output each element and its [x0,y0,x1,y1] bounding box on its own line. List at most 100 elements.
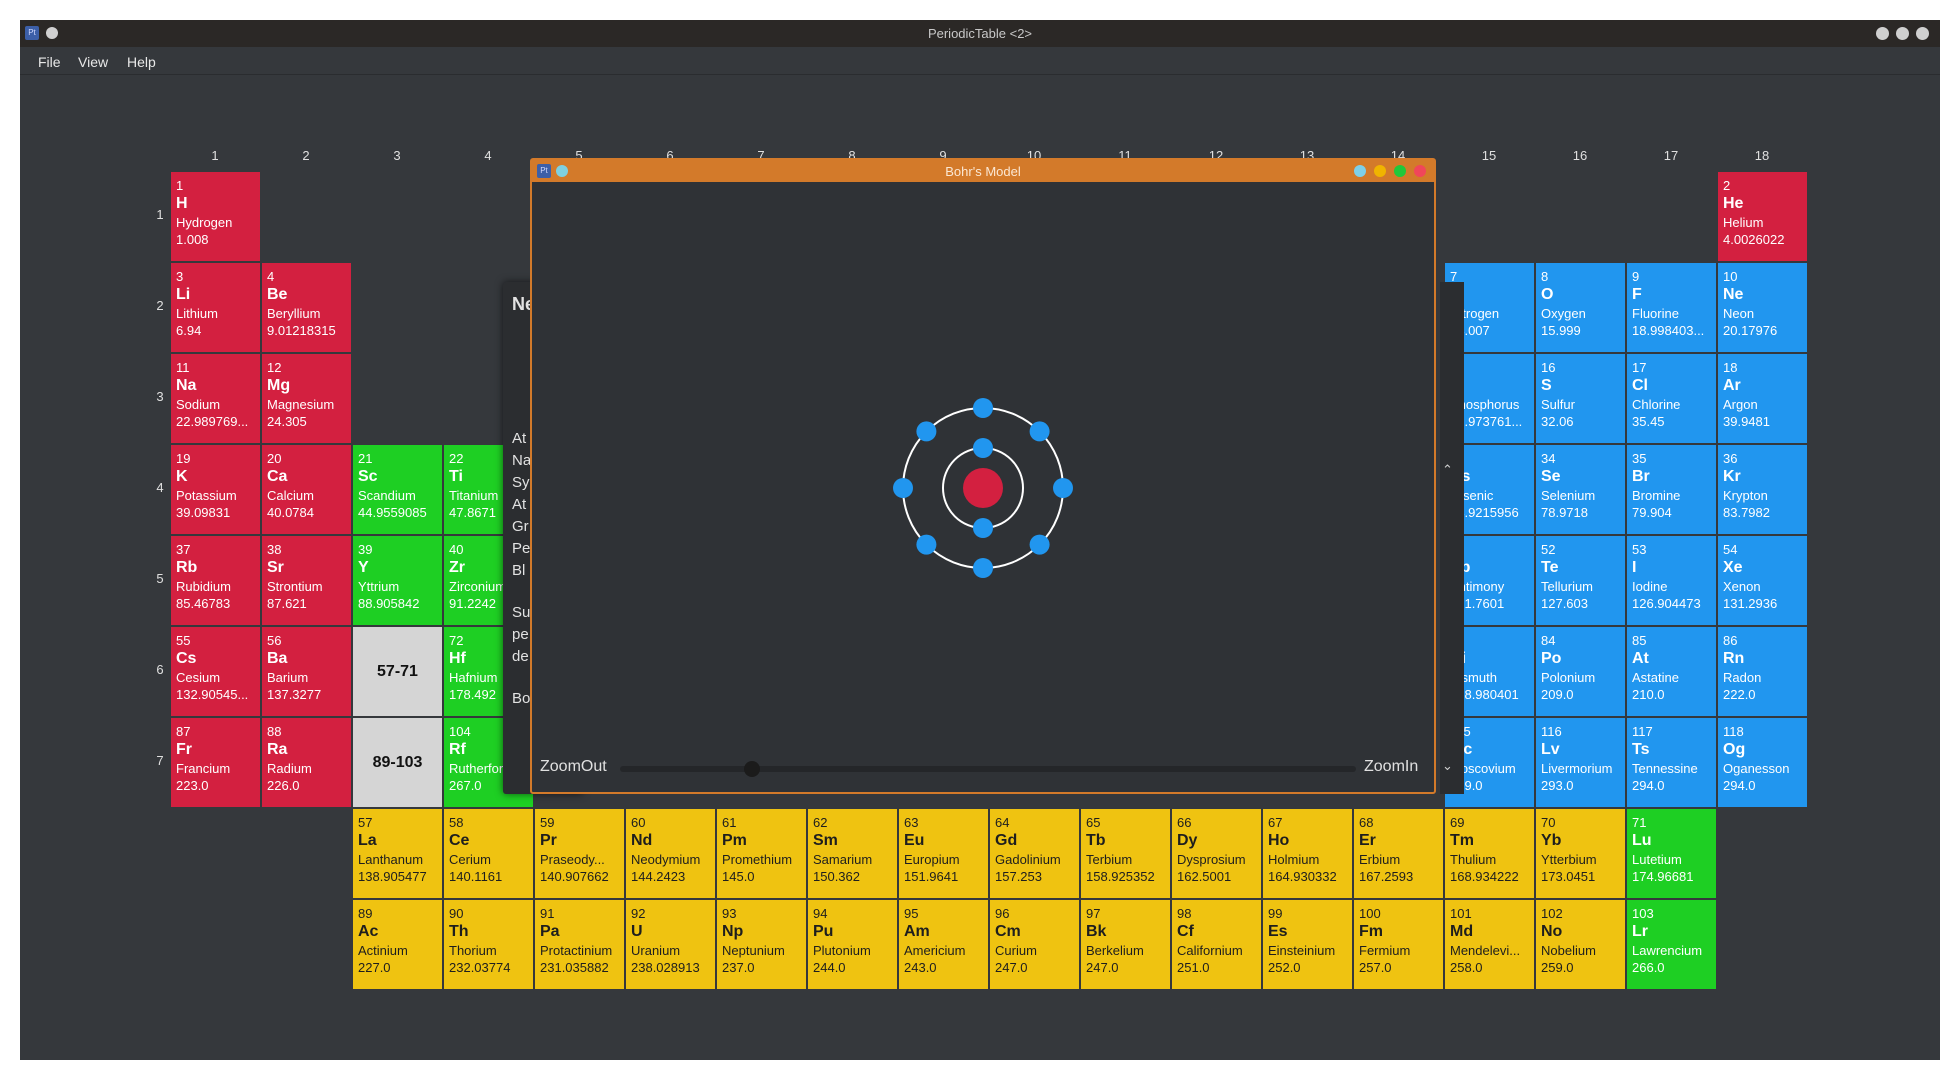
info-line: Pe [512,540,531,557]
atomic-weight: 150.362 [813,869,860,884]
element-cell-fm[interactable]: 100 Fm Fermium 257.0 [1354,900,1443,989]
element-cell-ac[interactable]: 89 Ac Actinium 227.0 [353,900,442,989]
element-cell-i[interactable]: 53 I Iodine 126.904473 [1627,536,1716,625]
element-cell-lv[interactable]: 116 Lv Livermorium 293.0 [1536,718,1625,807]
electron [1029,534,1050,555]
element-cell-lr[interactable]: 103 Lr Lawrencium 266.0 [1627,900,1716,989]
atomic-weight: 83.7982 [1723,505,1770,520]
element-cell-ar[interactable]: 18 Ar Argon 39.9481 [1718,354,1807,443]
element-cell-bk[interactable]: 97 Bk Berkelium 247.0 [1081,900,1170,989]
bohr-minimize-button[interactable] [1374,165,1386,177]
element-cell-np[interactable]: 93 Np Neptunium 237.0 [717,900,806,989]
element-cell-po[interactable]: 84 Po Polonium 209.0 [1536,627,1625,716]
element-cell-lu[interactable]: 71 Lu Lutetium 174.96681 [1627,809,1716,898]
element-cell-h[interactable]: 1 H Hydrogen 1.008 [171,172,260,261]
element-cell-xe[interactable]: 54 Xe Xenon 131.2936 [1718,536,1807,625]
element-cell-he[interactable]: 2 He Helium 4.0026022 [1718,172,1807,261]
element-cell-yb[interactable]: 70 Yb Ytterbium 173.0451 [1536,809,1625,898]
actinide-series-button[interactable]: 89-103 [353,718,442,807]
element-cell-tm[interactable]: 69 Tm Thulium 168.934222 [1445,809,1534,898]
element-cell-se[interactable]: 34 Se Selenium 78.9718 [1536,445,1625,534]
minimize-button[interactable] [1876,27,1889,40]
element-cell-te[interactable]: 52 Te Tellurium 127.603 [1536,536,1625,625]
element-cell-ts[interactable]: 117 Ts Tennessine 294.0 [1627,718,1716,807]
scroll-down-icon[interactable]: ⌄ [1442,758,1453,774]
element-cell-ba[interactable]: 56 Ba Barium 137.3277 [262,627,351,716]
element-cell-sc[interactable]: 21 Sc Scandium 44.9559085 [353,445,442,534]
element-cell-cf[interactable]: 98 Cf Californium 251.0 [1172,900,1261,989]
element-cell-cm[interactable]: 96 Cm Curium 247.0 [990,900,1079,989]
element-symbol: Np [722,923,744,940]
element-cell-cl[interactable]: 17 Cl Chlorine 35.45 [1627,354,1716,443]
atomic-number: 63 [904,815,919,830]
menu-file[interactable]: File [38,54,61,70]
element-cell-ca[interactable]: 20 Ca Calcium 40.0784 [262,445,351,534]
menu-help[interactable]: Help [127,54,156,70]
element-cell-og[interactable]: 118 Og Oganesson 294.0 [1718,718,1807,807]
scroll-up-icon[interactable]: ⌃ [1442,462,1453,478]
element-cell-cs[interactable]: 55 Cs Cesium 132.90545... [171,627,260,716]
element-cell-li[interactable]: 3 Li Lithium 6.94 [171,263,260,352]
element-cell-eu[interactable]: 63 Eu Europium 151.9641 [899,809,988,898]
zoom-in-label[interactable]: ZoomIn [1364,758,1418,776]
info-scrollbar[interactable]: ⌃ ⌄ [1440,282,1464,794]
element-cell-gd[interactable]: 64 Gd Gadolinium 157.253 [990,809,1079,898]
zoom-slider[interactable] [620,766,1356,772]
element-cell-sm[interactable]: 62 Sm Samarium 150.362 [808,809,897,898]
element-cell-pr[interactable]: 59 Pr Praseody... 140.907662 [535,809,624,898]
element-symbol: Og [1723,741,1746,758]
element-cell-pm[interactable]: 61 Pm Promethium 145.0 [717,809,806,898]
element-cell-u[interactable]: 92 U Uranium 238.028913 [626,900,715,989]
bohr-close-button[interactable] [1414,165,1426,177]
close-button[interactable] [1916,27,1929,40]
element-name: Radium [267,761,312,776]
element-cell-sr[interactable]: 38 Sr Strontium 87.621 [262,536,351,625]
atomic-weight: 79.904 [1632,505,1672,520]
element-cell-ne[interactable]: 10 Ne Neon 20.17976 [1718,263,1807,352]
zoom-slider-handle[interactable] [744,761,761,777]
menu-view[interactable]: View [78,54,108,70]
atomic-number: 39 [358,542,373,557]
element-cell-tb[interactable]: 65 Tb Terbium 158.925352 [1081,809,1170,898]
element-cell-pu[interactable]: 94 Pu Plutonium 244.0 [808,900,897,989]
element-cell-ce[interactable]: 58 Ce Cerium 140.1161 [444,809,533,898]
element-cell-ra[interactable]: 88 Ra Radium 226.0 [262,718,351,807]
element-cell-fr[interactable]: 87 Fr Francium 223.0 [171,718,260,807]
element-cell-kr[interactable]: 36 Kr Krypton 83.7982 [1718,445,1807,534]
element-cell-ho[interactable]: 67 Ho Holmium 164.930332 [1263,809,1352,898]
element-cell-er[interactable]: 68 Er Erbium 167.2593 [1354,809,1443,898]
lanthanide-series-button[interactable]: 57-71 [353,627,442,716]
element-cell-es[interactable]: 99 Es Einsteinium 252.0 [1263,900,1352,989]
element-cell-br[interactable]: 35 Br Bromine 79.904 [1627,445,1716,534]
element-cell-th[interactable]: 90 Th Thorium 232.03774 [444,900,533,989]
zoom-out-label[interactable]: ZoomOut [540,758,607,776]
bohr-help-button[interactable] [1354,165,1366,177]
element-cell-rn[interactable]: 86 Rn Radon 222.0 [1718,627,1807,716]
element-cell-dy[interactable]: 66 Dy Dysprosium 162.5001 [1172,809,1261,898]
element-cell-pa[interactable]: 91 Pa Protactinium 231.035882 [535,900,624,989]
element-name: Helium [1723,215,1764,230]
element-cell-rb[interactable]: 37 Rb Rubidium 85.46783 [171,536,260,625]
atomic-number: 116 [1541,724,1562,739]
element-cell-k[interactable]: 19 K Potassium 39.09831 [171,445,260,534]
element-cell-be[interactable]: 4 Be Beryllium 9.01218315 [262,263,351,352]
element-cell-mg[interactable]: 12 Mg Magnesium 24.305 [262,354,351,443]
element-cell-md[interactable]: 101 Md Mendelevi... 258.0 [1445,900,1534,989]
element-cell-am[interactable]: 95 Am Americium 243.0 [899,900,988,989]
element-cell-o[interactable]: 8 O Oxygen 15.999 [1536,263,1625,352]
atomic-weight: 78.9718 [1541,505,1588,520]
element-symbol: Y [358,559,369,576]
element-cell-la[interactable]: 57 La Lanthanum 138.905477 [353,809,442,898]
element-name: Neodymium [631,852,701,867]
atomic-number: 1 [176,178,184,193]
element-cell-at[interactable]: 85 At Astatine 210.0 [1627,627,1716,716]
element-cell-nd[interactable]: 60 Nd Neodymium 144.2423 [626,809,715,898]
element-cell-no[interactable]: 102 No Nobelium 259.0 [1536,900,1625,989]
bohr-maximize-button[interactable] [1394,165,1406,177]
element-cell-na[interactable]: 11 Na Sodium 22.989769... [171,354,260,443]
element-cell-s[interactable]: 16 S Sulfur 32.06 [1536,354,1625,443]
electron [1029,421,1050,442]
maximize-button[interactable] [1896,27,1909,40]
element-cell-y[interactable]: 39 Y Yttrium 88.905842 [353,536,442,625]
element-cell-f[interactable]: 9 F Fluorine 18.998403... [1627,263,1716,352]
